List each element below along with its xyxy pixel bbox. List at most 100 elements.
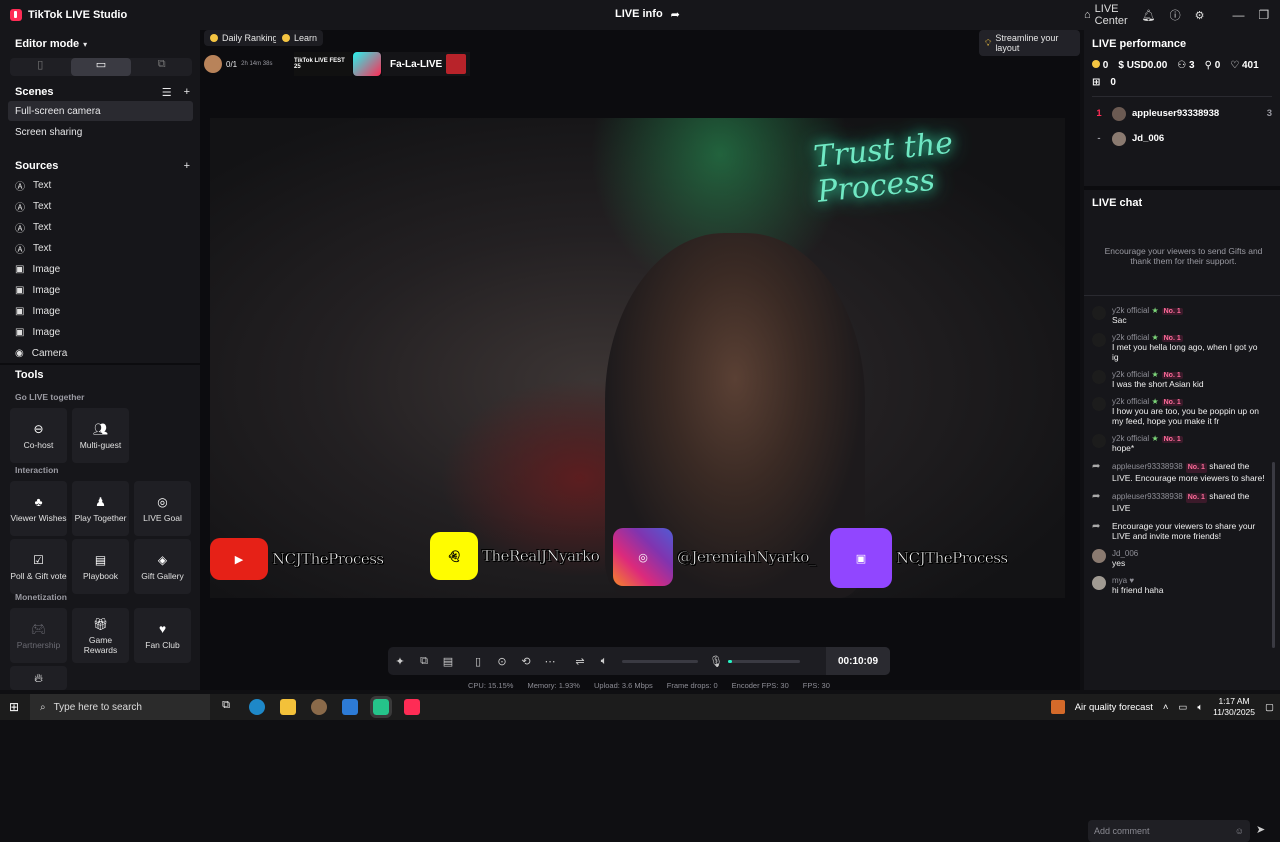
chat-name: y2k official xyxy=(1112,333,1150,342)
volume-slider[interactable] xyxy=(622,659,698,663)
poll-gift-label: Poll & Gift vote xyxy=(10,570,67,581)
source-item[interactable]: ▣ Image xyxy=(0,280,200,301)
partnership-button[interactable]: 🎮︎ Partnership xyxy=(10,608,67,663)
live-goal-button[interactable]: ◎ LIVE Goal xyxy=(134,481,191,536)
network-icon[interactable]: ▭ xyxy=(1178,702,1187,713)
windows-start-icon[interactable]: ⊞ xyxy=(9,700,19,714)
emoji-icon[interactable]: ☺ xyxy=(1235,826,1244,836)
tiktok-studio-taskbar-icon[interactable] xyxy=(404,699,420,715)
live-center-button[interactable]: ⌂ LIVE Center xyxy=(1084,3,1128,27)
maximize-icon[interactable]: ❐ xyxy=(1259,8,1270,22)
viewer-wishes-button[interactable]: ♣ Viewer Wishes xyxy=(10,481,67,536)
live-goal-widget[interactable]: 0/1 2h 14m 38s xyxy=(204,52,289,76)
gear-icon[interactable]: ⚙ xyxy=(1195,9,1205,22)
poll-gift-button[interactable]: ☑ Poll & Gift vote xyxy=(10,539,67,594)
chat-message[interactable]: Jd_006 yes xyxy=(1084,549,1274,568)
multiguest-icon: 👥︎ xyxy=(92,421,109,436)
app-icon[interactable] xyxy=(342,699,358,715)
weather-label[interactable]: Air quality forecast xyxy=(1075,702,1153,713)
live-info[interactable]: LIVE info ➦ xyxy=(615,8,680,21)
chat-message[interactable]: y2k official ★ No. 1I how you are too, yo… xyxy=(1084,397,1274,426)
phone-icon[interactable]: ▯ xyxy=(466,655,490,668)
replay-icon[interactable]: ⟲ xyxy=(514,655,538,668)
ranking-row[interactable]: - Jd_006 xyxy=(1092,126,1272,151)
task-view-icon[interactable]: ⧉ xyxy=(218,699,234,715)
camera-preview[interactable]: Trust the Process ▶ NCJTheProcess 👻︎ The… xyxy=(210,118,1065,598)
chat-message[interactable]: y2k official ★ No. 1I met you hella long … xyxy=(1084,333,1274,362)
chevron-up-icon[interactable]: ˄ xyxy=(1163,702,1169,713)
chat-scrollbar[interactable] xyxy=(1272,462,1275,648)
source-item[interactable]: Ⓐ Text xyxy=(0,175,200,196)
source-item[interactable]: Ⓐ Text xyxy=(0,217,200,238)
twitch-logo-icon: ▣ xyxy=(830,528,892,588)
daily-ranking-chip[interactable]: Daily Ranking xyxy=(204,30,284,46)
source-item[interactable]: ▣ Image xyxy=(0,259,200,280)
instagram-handle-text: @JeremiahNyarko_ xyxy=(677,548,817,567)
add-comment-input[interactable]: Add comment ☺ xyxy=(1088,820,1250,842)
edge-browser-icon[interactable] xyxy=(249,699,265,715)
playbook-button[interactable]: ▤ Playbook xyxy=(72,539,129,594)
viewers-value: 3 xyxy=(1189,60,1195,71)
mic-icon[interactable]: 🎙︎ xyxy=(704,655,728,668)
minimize-icon[interactable]: — xyxy=(1233,8,1245,22)
app-icon[interactable] xyxy=(370,696,392,718)
chat-message[interactable]: y2k official ★ No. 1I was the short Asian… xyxy=(1084,370,1274,389)
scene-item-screen-sharing[interactable]: Screen sharing xyxy=(15,127,82,138)
likes-stat: ♡ 401 xyxy=(1230,60,1258,71)
preview-stage: Daily Ranking Learn 0/1 2h 14m 38s TikTo… xyxy=(200,30,1080,690)
more-tool-button[interactable]: 🔥︎ xyxy=(10,666,67,690)
chat-message[interactable]: y2k official ★ No. 1 hope* xyxy=(1084,434,1274,453)
volume-icon[interactable]: 🔈︎ xyxy=(1197,702,1203,713)
dual-icon[interactable]: ⧉ xyxy=(131,58,192,76)
source-item[interactable]: ▣ Image xyxy=(0,301,200,322)
add-scene-icon[interactable]: + xyxy=(184,86,190,99)
source-item[interactable]: ◉ Camera xyxy=(0,343,200,364)
landscape-icon[interactable]: ▭ xyxy=(70,58,132,76)
record-icon[interactable]: ⊙ xyxy=(490,655,514,668)
layout-icon[interactable]: ▤ xyxy=(436,655,460,668)
share-icon[interactable]: ➦ xyxy=(671,8,680,21)
source-item[interactable]: Ⓐ Text xyxy=(0,238,200,259)
more-icon[interactable]: ⋯ xyxy=(538,655,562,668)
live-goal-label: LIVE Goal xyxy=(143,512,182,523)
gift-gallery-button[interactable]: ◈ Gift Gallery xyxy=(134,539,191,594)
editor-mode-dropdown[interactable]: Editor mode ▾ xyxy=(15,38,87,50)
fan-club-button[interactable]: ♥ Fan Club xyxy=(134,608,191,663)
multiguest-button[interactable]: 👥︎ Multi-guest xyxy=(72,408,129,463)
source-item[interactable]: ▣ Image xyxy=(0,322,200,343)
source-label: Text xyxy=(33,243,52,254)
mic-level-slider[interactable] xyxy=(728,659,800,663)
fa-la-live-banner[interactable]: Fa-La-LIVE xyxy=(382,52,470,76)
streamline-layout-button[interactable]: 💡︎ Streamline your layout xyxy=(979,30,1080,56)
play-together-button[interactable]: ♟ Play Together xyxy=(72,481,129,536)
scene-label: Screen sharing xyxy=(15,127,83,138)
magic-wand-icon[interactable]: ✦ xyxy=(388,655,412,668)
app-icon[interactable] xyxy=(311,699,327,715)
chat-message[interactable]: y2k official ★ No. 1 Sac xyxy=(1084,306,1274,325)
help-icon[interactable]: ⓘ xyxy=(1170,7,1181,23)
portrait-icon[interactable]: ▯ xyxy=(10,58,71,76)
multiguest-label: Multi-guest xyxy=(79,439,122,450)
file-explorer-icon[interactable] xyxy=(280,699,296,715)
chat-name: y2k official xyxy=(1112,370,1150,379)
notification-center-icon[interactable]: ▢ xyxy=(1265,702,1274,713)
app-name: TikTok LIVE Studio xyxy=(28,9,128,21)
memory-stat: Memory: 1.93% xyxy=(527,681,580,690)
taskbar-search[interactable]: ⌕ Type here to search xyxy=(30,694,210,720)
bell-icon[interactable]: 🔔︎ xyxy=(1142,9,1156,22)
clock[interactable]: 1:17 AM 11/30/2025 xyxy=(1213,696,1255,718)
list-icon[interactable]: ☰ xyxy=(162,86,172,99)
speaker-icon[interactable]: 🔈︎ xyxy=(592,655,616,668)
effects-icon[interactable]: ⧉ xyxy=(412,655,436,668)
source-item[interactable]: Ⓐ Text xyxy=(0,196,200,217)
live-fest-banner[interactable]: TikTok LIVE FEST 25 xyxy=(294,52,352,76)
send-icon[interactable]: ➤ xyxy=(1256,823,1265,836)
game-rewards-button[interactable]: 🎁︎ Game Rewards xyxy=(72,608,129,663)
learn-chip[interactable]: Learn xyxy=(276,30,324,46)
add-source-icon[interactable]: + xyxy=(184,160,190,172)
cohost-button[interactable]: ⊖ Co-host xyxy=(10,408,67,463)
scene-item-fullscreen[interactable]: Full-screen camera xyxy=(8,101,193,121)
settings-sliders-icon[interactable]: ⇌ xyxy=(568,655,592,668)
ranking-row[interactable]: 1 appleuser93338938 3 xyxy=(1092,101,1272,126)
chat-message[interactable]: mya ♥ hi friend haha xyxy=(1084,576,1274,595)
